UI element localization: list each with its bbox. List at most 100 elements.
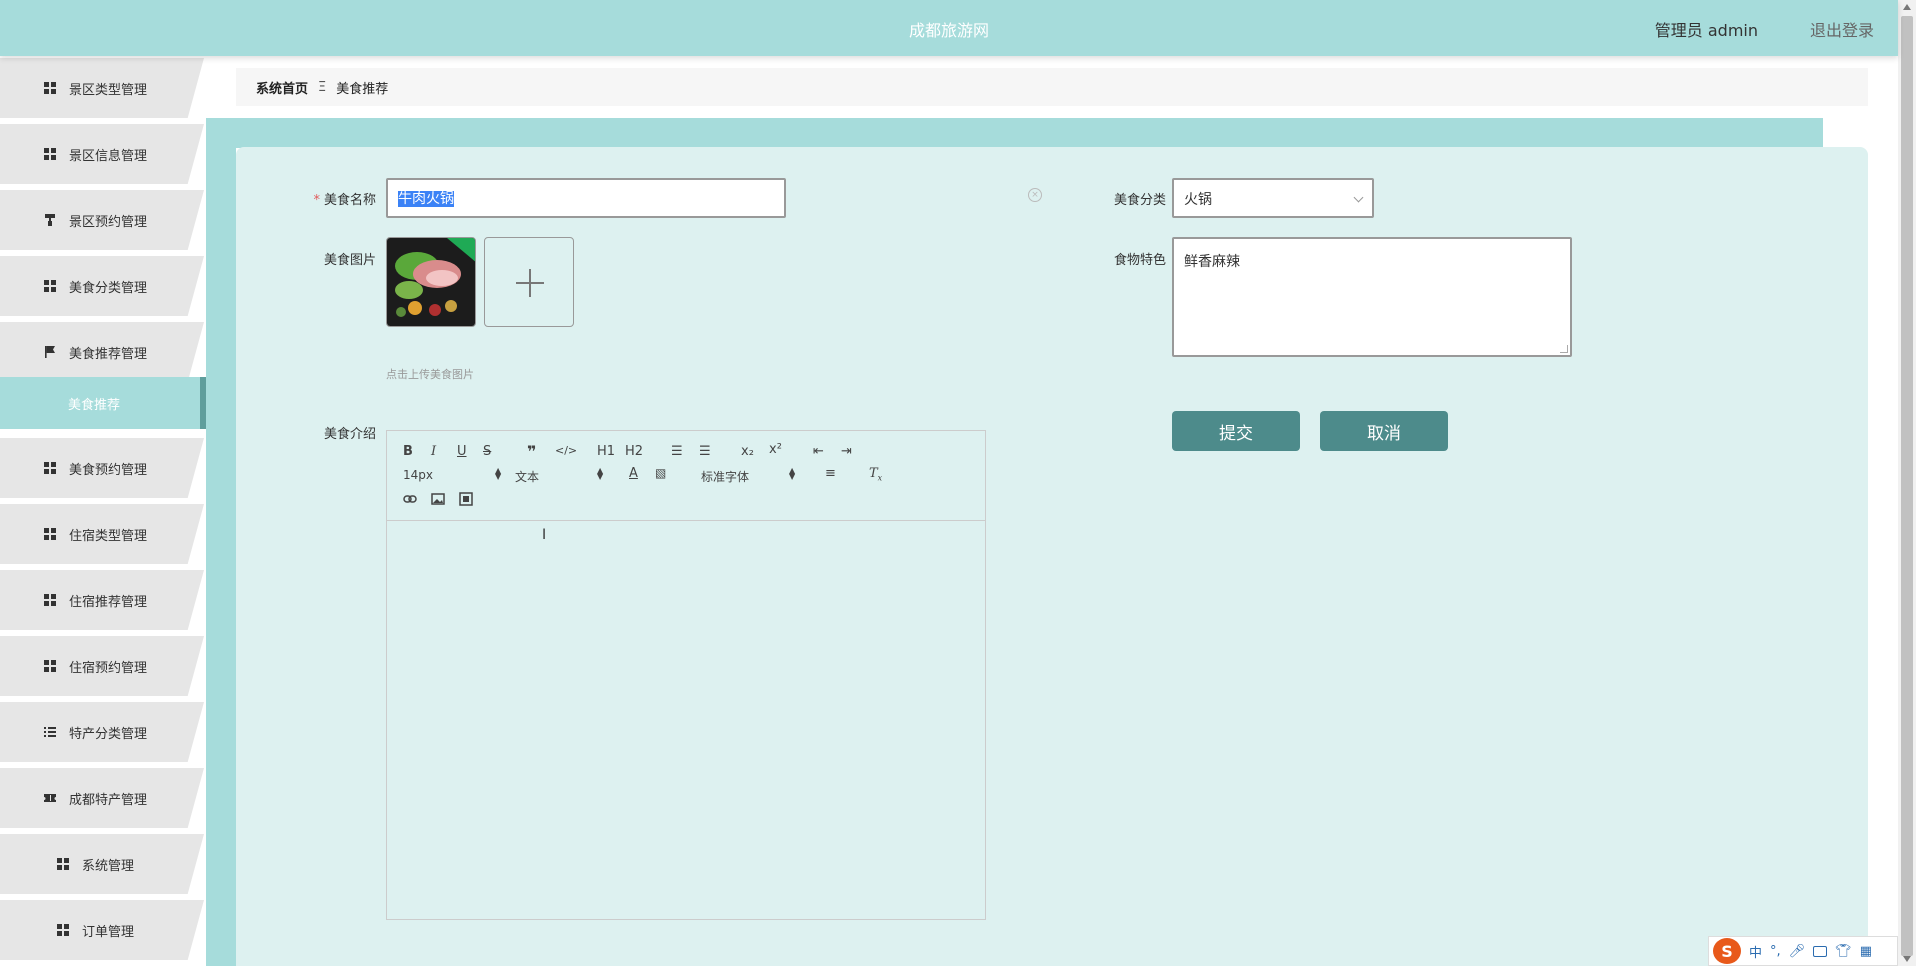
- keyboard-icon[interactable]: [1813, 945, 1828, 957]
- sidebar-item-label: 特产分类管理: [68, 726, 147, 742]
- cancel-button[interactable]: 取消: [1320, 411, 1448, 451]
- underline-icon[interactable]: U: [457, 444, 467, 459]
- sidebar-item-scenic-type[interactable]: 景区类型管理: [0, 58, 204, 118]
- rich-text-editor: B I U S ❞ </> H1 H2 ☰ ☰ x₂ x² ⇤ ⇥ 14px ▲ ▼…: [386, 430, 986, 920]
- flag-icon: [44, 346, 55, 358]
- breadcrumb-separator: Ξ: [318, 79, 327, 95]
- editor-toolbar: B I U S ❞ </> H1 H2 ☰ ☰ x₂ x² ⇤ ⇥ 14px ▲ ▼…: [387, 431, 985, 521]
- list-icon: [43, 727, 56, 737]
- vertical-scrollbar[interactable]: [1898, 0, 1916, 966]
- superscript-icon[interactable]: x²: [769, 442, 782, 457]
- sidebar-item-label: 住宿类型管理: [68, 528, 147, 544]
- food-thumbnail[interactable]: [386, 237, 476, 327]
- font-size-select[interactable]: 14px ▲ ▼: [403, 467, 501, 483]
- microphone-icon[interactable]: 🎤︎: [1789, 944, 1806, 959]
- sidebar-item-scenic-info[interactable]: 景区信息管理: [0, 124, 204, 184]
- sidebar-item-lodging-recommend[interactable]: 住宿推荐管理: [0, 570, 204, 630]
- category-select-value: 火锅: [1184, 192, 1212, 208]
- code-block-icon[interactable]: </>: [555, 444, 577, 457]
- sidebar-subitem-food-recommend[interactable]: 美食推荐: [0, 377, 206, 429]
- skin-icon[interactable]: 👕︎: [1835, 944, 1852, 959]
- grid-icon: [43, 594, 56, 606]
- sidebar-item-label: 系统管理: [81, 858, 134, 874]
- ordered-list-icon[interactable]: ☰: [671, 444, 683, 459]
- name-input[interactable]: 牛肉火锅: [386, 178, 786, 218]
- punctuation-icon[interactable]: °,: [1770, 944, 1781, 959]
- upload-hint: 点击上传美食图片: [386, 368, 474, 381]
- resize-grip-icon[interactable]: [1560, 345, 1568, 353]
- ime-toolbar[interactable]: S 中 °, 🎤︎ 👕︎ ▦: [1708, 936, 1898, 966]
- grid-icon: [43, 462, 56, 474]
- text-cursor-icon: I: [542, 527, 547, 543]
- breadcrumb-current: 美食推荐: [336, 81, 389, 97]
- sidebar-item-lodging-booking[interactable]: 住宿预约管理: [0, 636, 204, 696]
- sidebar-item-specialty[interactable]: 成都特产管理: [0, 768, 204, 828]
- grid-icon: [43, 280, 56, 292]
- toolbox-icon[interactable]: ▦: [1860, 944, 1872, 959]
- sidebar-subitem-label: 美食推荐: [68, 397, 121, 413]
- select-arrows-icon: ▲ ▼: [495, 466, 502, 481]
- feature-textarea[interactable]: 鲜香麻辣: [1172, 237, 1572, 357]
- bold-icon[interactable]: B: [403, 444, 413, 459]
- sidebar-item-label: 成都特产管理: [68, 792, 147, 808]
- breadcrumb: 系统首页 Ξ 美食推荐: [236, 68, 1868, 106]
- sidebar-item-specialty-category[interactable]: 特产分类管理: [0, 702, 204, 762]
- sogou-logo-icon[interactable]: S: [1713, 938, 1741, 964]
- sidebar-item-food-category[interactable]: 美食分类管理: [0, 256, 204, 316]
- grid-icon: [43, 660, 56, 672]
- chevron-down-icon: [1353, 192, 1364, 203]
- sidebar-item-label: 景区预约管理: [68, 214, 147, 230]
- scrollbar-thumb[interactable]: [1901, 16, 1913, 956]
- heading2-icon[interactable]: H2: [625, 444, 643, 459]
- background-color-icon[interactable]: ▧: [655, 466, 666, 480]
- select-arrows-icon: ▲ ▼: [597, 466, 604, 481]
- font-family-value: 标准字体: [701, 470, 750, 484]
- clear-icon[interactable]: ×: [1028, 188, 1042, 202]
- italic-icon[interactable]: I: [431, 444, 436, 459]
- feature-label: 食物特色: [1113, 253, 1166, 268]
- heading1-icon[interactable]: H1: [597, 444, 615, 459]
- clear-format-icon[interactable]: Tx: [869, 466, 882, 483]
- indent-icon[interactable]: ⇥: [841, 444, 852, 459]
- sidebar-item-food-recommend[interactable]: 美食推荐管理: [0, 322, 204, 382]
- upload-button[interactable]: [484, 237, 574, 327]
- ime-mode[interactable]: 中: [1749, 942, 1762, 961]
- font-family-select[interactable]: 标准字体 ▲ ▼: [701, 466, 797, 485]
- food-image: [387, 238, 475, 326]
- grid-icon: [43, 82, 56, 94]
- sidebar-item-label: 美食分类管理: [68, 280, 147, 296]
- category-select[interactable]: 火锅: [1172, 178, 1374, 218]
- sidebar-item-lodging-type[interactable]: 住宿类型管理: [0, 504, 204, 564]
- submit-button[interactable]: 提交: [1172, 411, 1300, 451]
- link-icon[interactable]: [403, 492, 417, 506]
- subscript-icon[interactable]: x₂: [741, 444, 754, 459]
- sidebar-item-scenic-booking[interactable]: 景区预约管理: [0, 190, 204, 250]
- logout-link[interactable]: 退出登录: [1810, 17, 1874, 41]
- header-select[interactable]: 文本 ▲ ▼: [515, 467, 603, 485]
- strikethrough-icon[interactable]: S: [483, 444, 491, 459]
- blockquote-icon[interactable]: ❞: [527, 442, 536, 461]
- user-label: 管理员 admin: [1654, 21, 1758, 40]
- sidebar-item-orders[interactable]: 订单管理: [0, 900, 204, 960]
- breadcrumb-home[interactable]: 系统首页: [256, 78, 308, 97]
- scroll-down-icon[interactable]: [1903, 956, 1911, 962]
- paint-roller-icon: [44, 214, 55, 226]
- sidebar-item-food-booking[interactable]: 美食预约管理: [0, 438, 204, 498]
- bullet-list-icon[interactable]: ☰: [699, 444, 711, 459]
- select-arrows-icon: ▲ ▼: [789, 466, 796, 481]
- font-size-value: 14px: [403, 468, 433, 482]
- intro-label: 美食介绍: [323, 427, 376, 442]
- sidebar-item-system[interactable]: 系统管理: [0, 834, 204, 894]
- video-icon[interactable]: [459, 492, 473, 506]
- name-input-value: 牛肉火锅: [398, 191, 454, 207]
- site-title: 成都旅游网: [908, 21, 989, 40]
- grid-icon: [43, 528, 56, 540]
- font-color-icon[interactable]: A: [629, 466, 638, 481]
- outdent-icon[interactable]: ⇤: [813, 444, 824, 459]
- feature-textarea-value: 鲜香麻辣: [1184, 254, 1240, 270]
- grid-icon: [56, 924, 69, 936]
- align-icon[interactable]: ≡: [825, 466, 836, 481]
- image-icon[interactable]: [431, 492, 445, 506]
- scroll-up-icon[interactable]: [1903, 4, 1911, 10]
- editor-content[interactable]: [387, 522, 985, 919]
